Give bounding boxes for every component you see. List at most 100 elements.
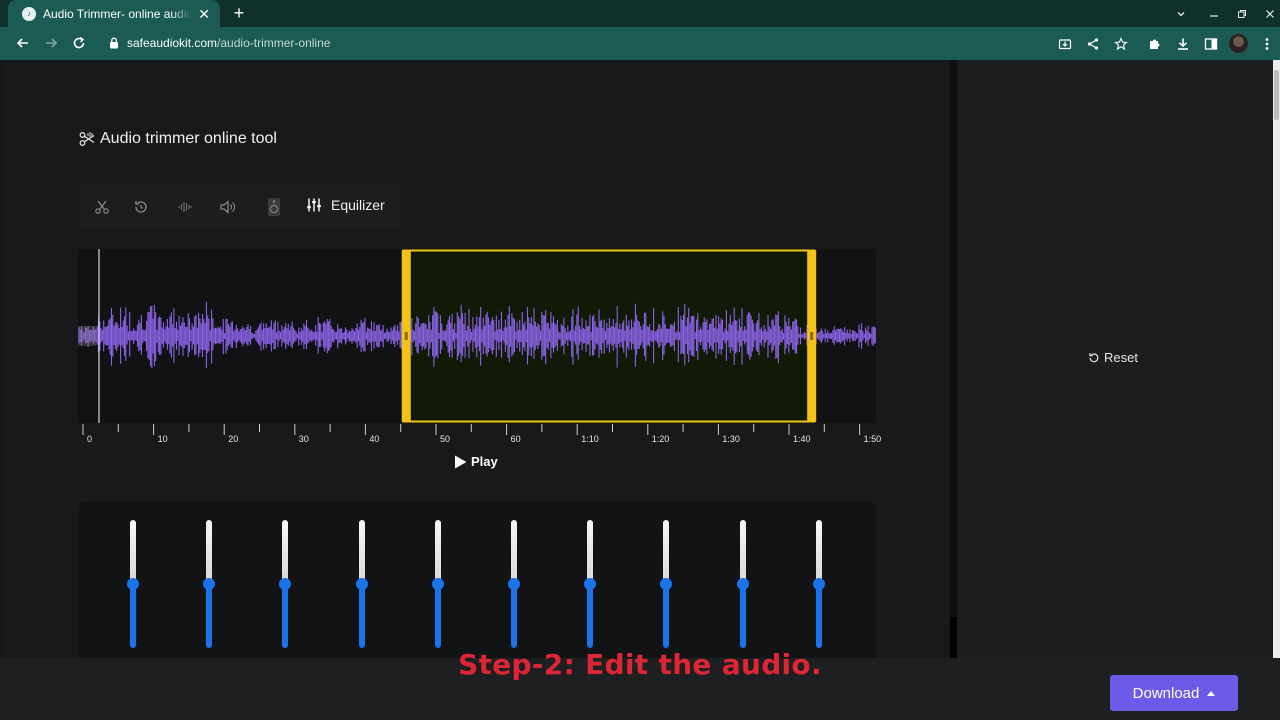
eq-slider-thumb[interactable] xyxy=(355,578,368,590)
eq-band-slider[interactable] xyxy=(127,520,139,648)
pane-divider[interactable] xyxy=(950,60,957,658)
eq-band-slider[interactable] xyxy=(431,520,444,648)
bookmark-star-icon[interactable] xyxy=(1110,33,1132,55)
restore-icon[interactable] xyxy=(1228,0,1256,27)
eq-slider-thumb[interactable] xyxy=(812,578,825,590)
equalizer-panel xyxy=(78,502,876,658)
close-window-icon[interactable] xyxy=(1256,0,1280,27)
play-button[interactable]: Play xyxy=(454,454,498,469)
eq-track-lower xyxy=(206,584,213,648)
tab-title: Audio Trimmer- online audio xyxy=(43,6,193,21)
play-label: Play xyxy=(471,454,498,469)
download-label: Download xyxy=(1132,684,1200,702)
new-tab-button[interactable]: + xyxy=(229,2,249,24)
eq-track-lower xyxy=(434,584,441,648)
page-scrollbar[interactable] xyxy=(1273,60,1280,658)
reset-button[interactable]: Reset xyxy=(1088,350,1138,365)
eq-track-lower xyxy=(815,584,822,648)
timeline-label: 1:10 xyxy=(581,434,599,444)
page-content: Audio trimmer online tool Equilizer 0 10… xyxy=(0,60,1280,720)
waveform-canvas[interactable] xyxy=(78,249,876,423)
eq-band-slider[interactable] xyxy=(279,520,292,648)
eq-band-slider[interactable] xyxy=(508,520,520,648)
eq-track-upper xyxy=(358,520,365,584)
volume-icon[interactable] xyxy=(218,197,238,217)
timeline-label: 1:30 xyxy=(722,434,740,444)
equalizer-button[interactable]: Equilizer xyxy=(306,197,385,213)
eq-slider-thumb[interactable] xyxy=(203,578,216,590)
eq-track-lower xyxy=(130,584,136,648)
eq-track-upper xyxy=(206,520,213,584)
eq-track-upper xyxy=(130,520,136,584)
eq-track-upper xyxy=(663,520,670,584)
share-icon[interactable] xyxy=(1082,33,1104,55)
eq-track-lower xyxy=(663,584,670,648)
waveform-bars-icon[interactable] xyxy=(175,197,195,217)
eq-slider-thumb[interactable] xyxy=(127,578,139,590)
reset-icon xyxy=(1089,352,1099,362)
tutorial-caption: Step-2: Edit the audio. xyxy=(458,648,822,681)
menu-kebab-icon[interactable] xyxy=(1256,33,1278,55)
side-panel-icon[interactable] xyxy=(1200,33,1222,55)
timeline-ruler: 0 10 20 30 40 50 60 1:10 1:20 1:30 1:40 1:50 xyxy=(78,424,881,446)
browser-tab[interactable]: ♪ Audio Trimmer- online audio ✕ xyxy=(8,0,220,27)
page-title-text: Audio trimmer online tool xyxy=(100,130,277,147)
equalizer-sliders-icon xyxy=(307,198,321,212)
timeline-label: 50 xyxy=(440,434,451,444)
downloads-icon[interactable] xyxy=(1172,33,1194,55)
timeline-label: 60 xyxy=(510,434,521,444)
eq-track-upper xyxy=(815,520,822,584)
eq-band-slider[interactable] xyxy=(584,520,597,648)
timeline-label: 1:20 xyxy=(651,434,670,444)
install-app-icon[interactable] xyxy=(1054,33,1076,55)
lock-icon[interactable] xyxy=(109,37,119,49)
eq-slider-thumb[interactable] xyxy=(431,578,444,590)
minimize-icon[interactable] xyxy=(1200,0,1228,27)
url-text[interactable]: safeaudiokit.com/audio-trimmer-online xyxy=(127,36,330,50)
waveform-editor[interactable] xyxy=(78,249,876,423)
eq-slider-thumb[interactable] xyxy=(736,578,749,590)
extensions-puzzle-icon[interactable] xyxy=(1144,33,1166,55)
forward-arrow-icon[interactable] xyxy=(40,32,62,54)
caret-up-icon xyxy=(1207,690,1216,696)
eq-track-lower xyxy=(358,584,365,648)
equalizer-label: Equilizer xyxy=(331,197,385,213)
reset-label: Reset xyxy=(1104,350,1138,365)
eq-band-slider[interactable] xyxy=(812,520,825,648)
end-handle-grip xyxy=(810,332,814,340)
url-path: /audio-trimmer-online xyxy=(217,36,331,50)
url-domain: safeaudiokit.com xyxy=(127,36,218,50)
trimmer-logo-icon xyxy=(79,132,95,146)
scissors-icon[interactable] xyxy=(92,197,112,217)
timeline-label: 20 xyxy=(228,434,239,444)
eq-slider-thumb[interactable] xyxy=(584,578,597,590)
speaker-icon[interactable] xyxy=(264,197,284,217)
eq-slider-thumb[interactable] xyxy=(660,578,673,590)
rotate-icon[interactable] xyxy=(131,197,151,217)
page-title: Audio trimmer online tool xyxy=(78,130,277,148)
eq-track-lower xyxy=(511,584,517,648)
tab-search-chevron-icon[interactable] xyxy=(1167,0,1195,27)
timeline-label: 1:40 xyxy=(793,434,811,444)
download-button[interactable]: Download xyxy=(1110,675,1238,711)
tab-close-icon[interactable]: ✕ xyxy=(198,7,210,21)
eq-band-slider[interactable] xyxy=(660,520,673,648)
back-arrow-icon[interactable] xyxy=(12,32,34,54)
eq-track-upper xyxy=(434,520,441,584)
eq-slider-thumb[interactable] xyxy=(279,578,292,590)
eq-band-slider[interactable] xyxy=(203,520,216,648)
profile-avatar[interactable] xyxy=(1229,34,1248,53)
timeline-label: 0 xyxy=(87,434,93,444)
eq-band-slider[interactable] xyxy=(355,520,368,648)
reload-icon[interactable] xyxy=(68,32,90,54)
eq-band-slider[interactable] xyxy=(736,520,749,648)
scrollbar-thumb[interactable] xyxy=(1274,70,1279,120)
eq-track-upper xyxy=(739,520,746,584)
site-favicon-icon: ♪ xyxy=(22,6,36,21)
tool-bar: Equilizer xyxy=(80,184,400,230)
timeline-label: 30 xyxy=(298,434,309,444)
eq-slider-thumb[interactable] xyxy=(508,578,520,590)
eq-track-upper xyxy=(587,520,594,584)
timeline-label: 10 xyxy=(157,434,168,444)
timeline-ticks xyxy=(82,424,861,435)
